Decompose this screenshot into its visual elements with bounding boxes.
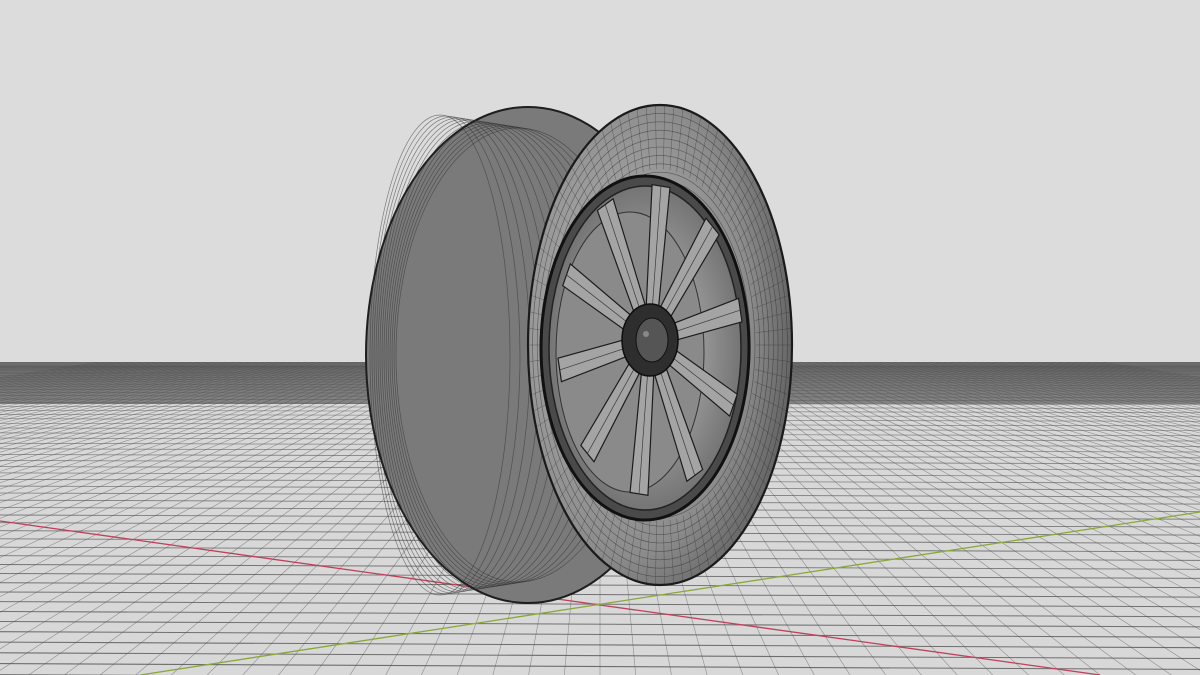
wheel-model[interactable] (365, 103, 794, 604)
hub-center (635, 317, 669, 363)
3d-viewport[interactable] (0, 0, 1200, 675)
viewport-canvas[interactable] (0, 0, 1200, 675)
hub-highlight (643, 331, 649, 337)
